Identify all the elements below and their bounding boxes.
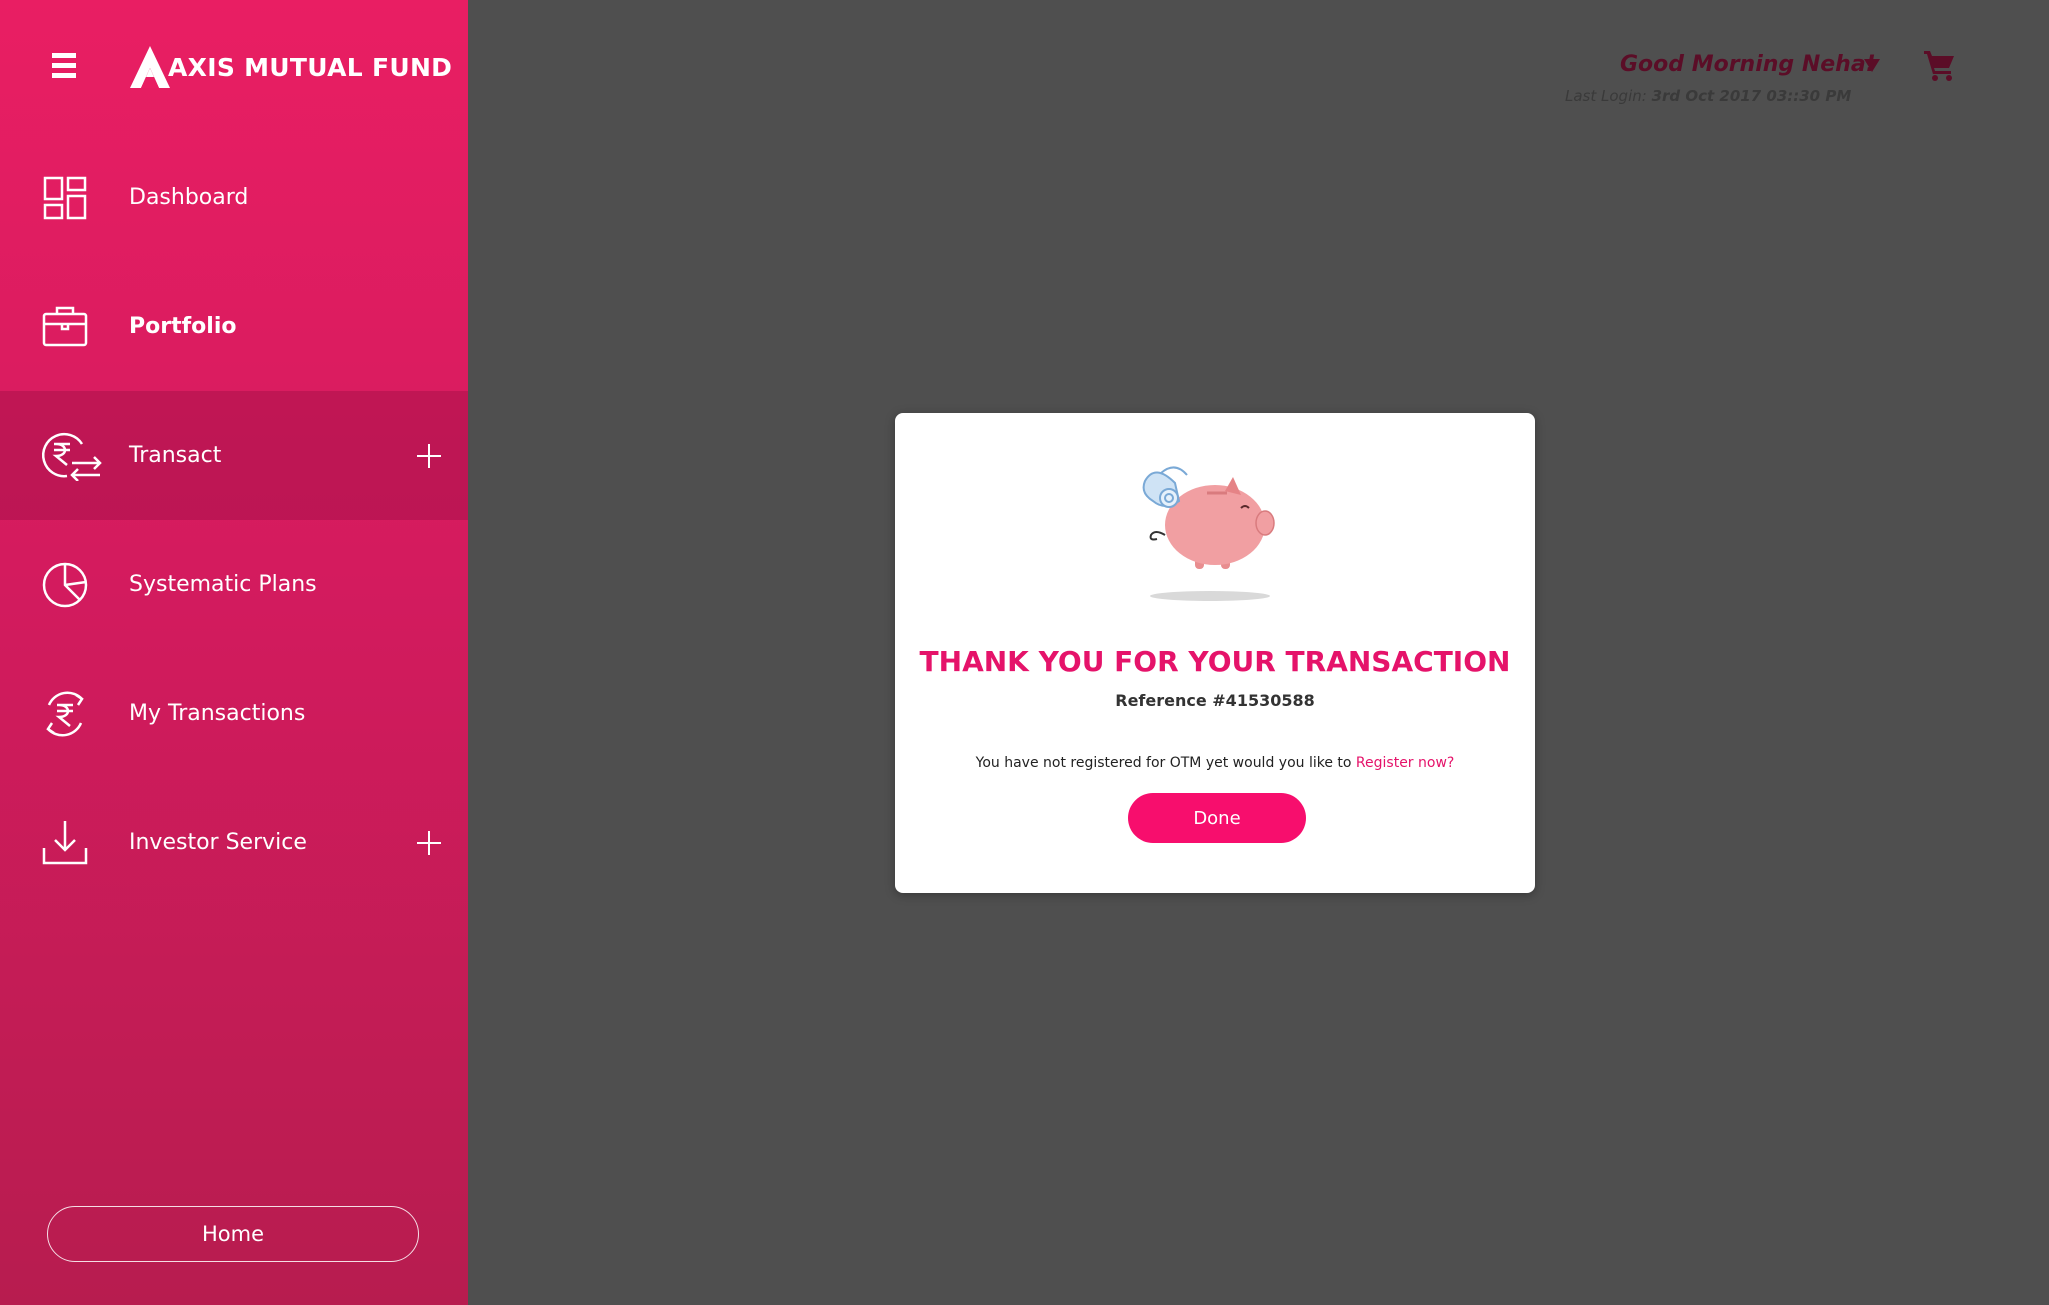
last-login-label: Last Login: bbox=[1565, 87, 1647, 105]
last-login: Last Login: 3rd Oct 2017 03::30 PM bbox=[1565, 87, 1851, 105]
axis-triangle-icon bbox=[130, 46, 170, 88]
flying-piggy-bank-icon bbox=[1142, 466, 1275, 601]
cart-icon[interactable] bbox=[1922, 48, 1956, 82]
last-login-value: 3rd Oct 2017 03::30 PM bbox=[1651, 87, 1852, 105]
expand-plus-icon[interactable] bbox=[416, 443, 442, 469]
sidebar-item-dashboard[interactable]: Dashboard bbox=[0, 133, 468, 262]
register-now-link[interactable]: Register now? bbox=[1356, 755, 1454, 771]
home-button[interactable]: Home bbox=[47, 1206, 419, 1262]
sidebar-item-label: Systematic Plans bbox=[129, 572, 317, 597]
done-button[interactable]: Done bbox=[1128, 793, 1306, 843]
download-icon bbox=[42, 820, 88, 864]
transaction-success-modal: THANK YOU FOR YOUR TRANSACTION Reference… bbox=[895, 413, 1535, 893]
modal-title: THANK YOU FOR YOUR TRANSACTION bbox=[919, 645, 1511, 678]
sidebar: AXIS MUTUAL FUND Dashboard Portfolio Tra… bbox=[0, 0, 468, 1305]
sidebar-item-label: Portfolio bbox=[129, 314, 237, 339]
sidebar-item-label: My Transactions bbox=[129, 701, 306, 726]
otm-message-text: You have not registered for OTM yet woul… bbox=[975, 755, 1352, 771]
sidebar-item-my-transactions[interactable]: My Transactions bbox=[0, 649, 468, 778]
sidebar-item-portfolio[interactable]: Portfolio bbox=[0, 262, 468, 391]
greeting-text[interactable]: Good Morning Neha! bbox=[1620, 52, 1876, 77]
rupee-refresh-icon bbox=[46, 691, 84, 736]
dashboard-icon bbox=[43, 176, 87, 219]
otm-message: You have not registered for OTM yet woul… bbox=[895, 755, 1535, 771]
sidebar-nav: Dashboard Portfolio Transact Systematic … bbox=[0, 133, 468, 907]
sidebar-item-label: Transact bbox=[129, 443, 222, 468]
sidebar-item-systematic-plans[interactable]: Systematic Plans bbox=[0, 520, 468, 649]
sidebar-item-investor-service[interactable]: Investor Service bbox=[0, 778, 468, 907]
rupee-exchange-icon bbox=[42, 432, 102, 481]
axis-logo[interactable]: AXIS MUTUAL FUND bbox=[128, 42, 452, 92]
reference-number: Reference #41530588 bbox=[1115, 691, 1315, 710]
sidebar-item-label: Dashboard bbox=[129, 185, 249, 210]
briefcase-icon bbox=[42, 306, 88, 346]
menu-icon[interactable] bbox=[52, 53, 76, 79]
sidebar-item-label: Investor Service bbox=[129, 830, 307, 855]
sidebar-item-transact[interactable]: Transact bbox=[0, 391, 468, 520]
expand-plus-icon[interactable] bbox=[416, 830, 442, 856]
sidebar-header: AXIS MUTUAL FUND bbox=[0, 0, 468, 130]
logo-text: AXIS MUTUAL FUND bbox=[168, 52, 453, 82]
caret-down-icon[interactable] bbox=[1862, 56, 1882, 74]
pie-chart-icon bbox=[42, 562, 88, 607]
